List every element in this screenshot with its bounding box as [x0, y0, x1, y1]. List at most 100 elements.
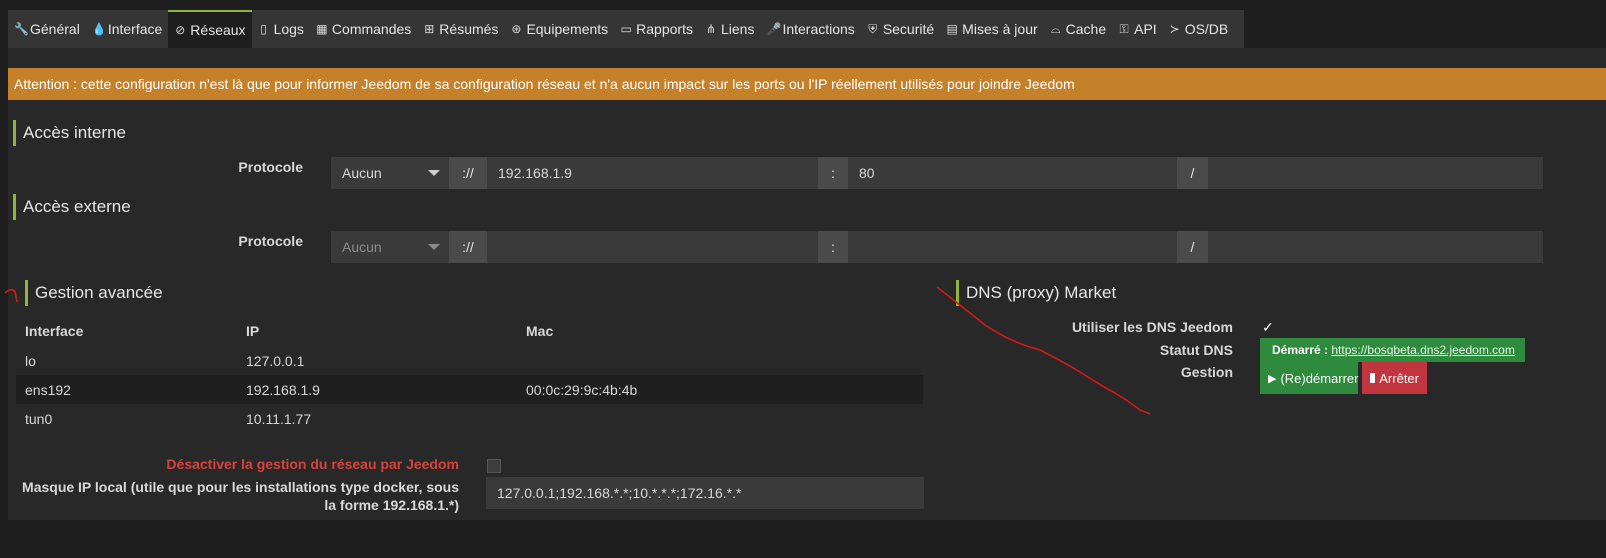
- tab-r-seaux[interactable]: ⊘ Réseaux: [168, 10, 252, 48]
- dns-manage-label: Gestion: [1180, 364, 1233, 380]
- tab-label: Interface: [107, 21, 163, 37]
- internal-port-input[interactable]: 80: [848, 157, 1177, 189]
- table-row: tun0 10.11.1.77: [16, 404, 923, 433]
- tab-label: Résumés: [439, 21, 499, 37]
- table-row: lo 127.0.0.1: [16, 346, 923, 375]
- tab-label: Logs: [273, 21, 304, 37]
- header-mac: Mac: [526, 323, 554, 339]
- rss-icon: ⊘: [175, 23, 186, 37]
- tab-interface[interactable]: 💧 Interface: [86, 10, 168, 48]
- shield-icon: ⛨: [868, 21, 878, 36]
- external-url-row: Aucun :// : /: [331, 231, 1543, 263]
- key-icon: ⚿: [1119, 21, 1129, 36]
- warning-banner: Attention : cette configuration n'est là…: [8, 68, 1606, 100]
- disable-network-management-label: Désactiver la gestion du réseau par Jeed…: [166, 456, 459, 472]
- tab-equipements[interactable]: ⊛ Equipements: [504, 10, 614, 48]
- tab-logs[interactable]: ▯ Logs: [252, 10, 310, 48]
- external-access-title: Accès externe: [13, 194, 131, 220]
- tab-g-n-ral[interactable]: 🔧 Général: [8, 10, 86, 48]
- drive-icon: ⌓: [1050, 21, 1061, 36]
- table-header-row: Interface IP Mac: [16, 316, 923, 346]
- table-row: ens192 192.168.1.9 00:0c:29:9c:4b:4b: [16, 375, 923, 404]
- caret-down-icon: [428, 244, 440, 250]
- report-icon: ▭: [620, 22, 632, 36]
- external-protocol-label: Protocole: [238, 233, 303, 249]
- cell-interface: ens192: [25, 381, 71, 398]
- stop-dns-label: Arrêter: [1379, 370, 1419, 386]
- tab-label: Cache: [1065, 21, 1107, 37]
- tab-label: Général: [30, 21, 80, 37]
- header-interface: Interface: [25, 323, 84, 339]
- tab-label: API: [1134, 21, 1157, 37]
- internal-url-row: Aucun :// 192.168.1.9 : 80 /: [331, 157, 1543, 189]
- drop-icon: 💧: [91, 22, 107, 36]
- cell-ip: 127.0.0.1: [246, 352, 305, 369]
- scheme-separator: ://: [449, 157, 487, 189]
- port-separator: :: [818, 157, 848, 189]
- dns-market-title: DNS (proxy) Market: [956, 280, 1116, 306]
- stop-dns-button[interactable]: Arrêter: [1362, 362, 1427, 394]
- tab-label: OS/DB: [1184, 21, 1229, 37]
- file-icon: ▯: [260, 22, 267, 36]
- internal-host-input[interactable]: 192.168.1.9: [487, 157, 818, 189]
- external-host-input[interactable]: [487, 231, 818, 263]
- external-protocol-select[interactable]: Aucun: [331, 231, 449, 263]
- tab-label: Equipements: [526, 21, 609, 37]
- tab-rapports[interactable]: ▭ Rapports: [614, 10, 699, 48]
- sitemap-icon: ⋔: [705, 22, 716, 36]
- grid-icon: ⊞: [424, 22, 435, 36]
- tab-interactions[interactable]: 🎤 Interactions: [760, 10, 860, 48]
- restart-dns-button[interactable]: ▶ (Re)démarrer: [1260, 362, 1358, 394]
- local-ip-mask-input[interactable]: 127.0.0.1;192.168.*.*;10.*.*.*;172.16.*.…: [486, 477, 924, 509]
- tab-liens[interactable]: ⋔ Liens: [699, 10, 760, 48]
- cell-mac: 00:0c:29:9c:4b:4b: [526, 381, 638, 398]
- cell-interface: lo: [25, 352, 36, 369]
- tab-label: Liens: [720, 21, 755, 37]
- use-jeedom-dns-checkbox[interactable]: ✓: [1262, 319, 1274, 336]
- tab-label: Mises à jour: [962, 21, 1038, 37]
- content-panel: [8, 48, 1606, 520]
- scheme-separator: ://: [449, 231, 487, 263]
- external-path-input[interactable]: [1208, 231, 1543, 263]
- dns-status-label: Statut DNS: [1159, 342, 1233, 358]
- tab-r-sum-s[interactable]: ⊞ Résumés: [417, 10, 504, 48]
- dns-status-text: Démarré :: [1272, 343, 1329, 357]
- tab-os-db[interactable]: ≻ OS/DB: [1163, 10, 1235, 48]
- path-separator: /: [1177, 157, 1208, 189]
- cubes-icon: ⊛: [511, 22, 522, 36]
- internal-protocol-select[interactable]: Aucun: [331, 157, 449, 189]
- tab-label: Interactions: [782, 21, 855, 37]
- tab-api[interactable]: ⚿ API: [1112, 10, 1163, 48]
- internal-protocol-label: Protocole: [238, 159, 303, 175]
- disable-network-management-checkbox[interactable]: [487, 459, 501, 473]
- network-interfaces-table: Interface IP Mac lo 127.0.0.1 ens192 192…: [16, 316, 923, 433]
- table-icon: ▦: [316, 22, 328, 36]
- play-icon: ▶: [1268, 372, 1277, 385]
- internal-protocol-value: Aucun: [342, 165, 382, 181]
- dns-status-link[interactable]: https://bosqbeta.dns2.jeedom.com: [1331, 343, 1514, 357]
- cell-interface: tun0: [25, 410, 53, 427]
- tab-mises-jour[interactable]: ▤ Mises à jour: [940, 10, 1043, 48]
- tab-commandes[interactable]: ▦ Commandes: [310, 10, 417, 48]
- tab-securit-[interactable]: ⛨ Securité: [861, 10, 940, 48]
- wrench-icon: 🔧: [14, 22, 29, 36]
- cell-ip: 192.168.1.9: [246, 381, 320, 398]
- internal-access-title: Accès interne: [13, 120, 126, 146]
- dns-status-badge: Démarré : https://bosqbeta.dns2.jeedom.c…: [1260, 338, 1525, 362]
- internal-path-input[interactable]: [1208, 157, 1543, 189]
- cell-ip: 10.11.1.77: [246, 410, 312, 427]
- tab-label: Rapports: [636, 21, 693, 37]
- port-separator: :: [818, 231, 848, 263]
- external-port-input[interactable]: [848, 231, 1177, 263]
- restart-dns-label: (Re)démarrer: [1280, 370, 1359, 386]
- use-jeedom-dns-label: Utiliser les DNS Jeedom: [1071, 319, 1233, 335]
- microphone-icon: 🎤: [766, 22, 782, 36]
- advanced-management-title: Gestion avancée: [25, 280, 163, 306]
- header-ip: IP: [246, 323, 260, 339]
- stop-icon: [1370, 373, 1376, 383]
- external-protocol-value: Aucun: [342, 239, 382, 255]
- tab-cache[interactable]: ⌓ Cache: [1044, 10, 1112, 48]
- local-ip-mask-label: Masque IP local (utile que pour les inst…: [22, 479, 459, 513]
- caret-down-icon: [428, 170, 440, 176]
- tab-label: Réseaux: [190, 22, 246, 38]
